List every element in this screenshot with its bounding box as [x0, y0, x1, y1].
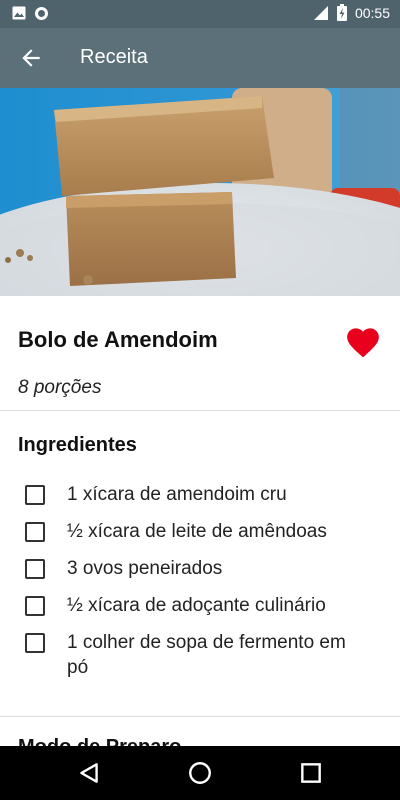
recipe-image: [0, 88, 400, 296]
ingredient-item: ½ xícara de adoçante culinário: [0, 593, 400, 618]
servings-text: 8 porções: [18, 377, 102, 398]
ingredient-text: ½ xícara de adoçante culinário: [67, 595, 326, 616]
ingredient-checkbox[interactable]: [25, 485, 45, 505]
home-circle-icon[interactable]: [187, 760, 213, 786]
arrow-back-icon[interactable]: [18, 45, 44, 71]
recents-square-icon[interactable]: [298, 760, 324, 786]
circle-icon: [35, 7, 48, 20]
ingredient-checkbox[interactable]: [25, 596, 45, 616]
app-bar: Receita: [0, 28, 400, 88]
ingredient-list: 1 xícara de amendoim cru ½ xícara de lei…: [0, 482, 400, 692]
ingredient-text: 1 colher de sopa de fermento em pó: [67, 632, 346, 678]
ingredient-checkbox[interactable]: [25, 559, 45, 579]
battery-charging-icon: [336, 4, 347, 21]
ingredient-item: ½ xícara de leite de amêndoas: [0, 519, 400, 544]
app-title: Receita: [80, 46, 148, 68]
divider: [0, 410, 400, 411]
status-time: 00:55: [354, 4, 390, 21]
cake-photo: [0, 88, 400, 296]
ingredient-checkbox[interactable]: [25, 633, 45, 653]
recipe-title: Bolo de Amendoim: [18, 327, 218, 352]
status-left-icons: [12, 6, 49, 21]
ingredient-item: 1 colher de sopa de fermento em pó: [0, 630, 400, 680]
status-right-icons: 00:55: [313, 4, 390, 21]
ingredient-item: 1 xícara de amendoim cru: [0, 482, 400, 507]
ingredient-text: 3 ovos peneirados: [67, 558, 223, 579]
ingredient-item: 3 ovos peneirados: [0, 556, 400, 581]
back-triangle-icon[interactable]: [76, 760, 102, 786]
heart-icon[interactable]: [344, 323, 382, 359]
ingredient-text: 1 xícara de amendoim cru: [67, 484, 287, 505]
ingredients-heading: Ingredientes: [18, 434, 137, 456]
status-bar: 00:55: [0, 0, 400, 28]
ingredient-text: ½ xícara de leite de amêndoas: [67, 521, 327, 542]
divider: [0, 716, 400, 717]
ingredient-checkbox[interactable]: [25, 522, 45, 542]
image-icon: [12, 6, 26, 20]
system-nav-bar: [0, 746, 400, 800]
signal-icon: [313, 5, 328, 20]
